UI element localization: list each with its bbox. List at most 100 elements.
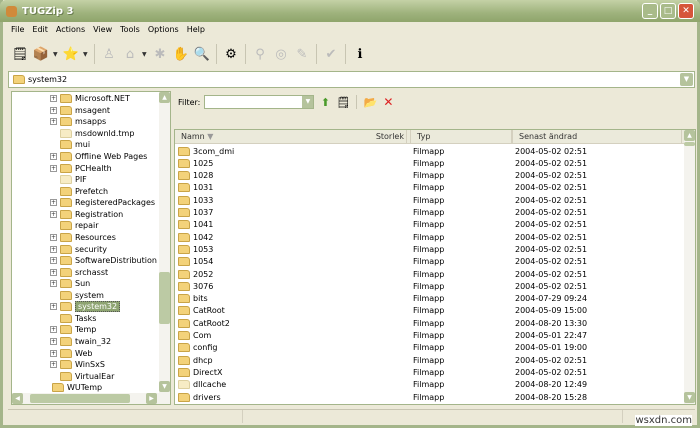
tree-item[interactable]: Prefetch <box>50 185 108 197</box>
tree-horizontal-scrollbar[interactable]: ◀ ▶ <box>12 393 170 404</box>
expand-icon[interactable]: + <box>50 349 57 357</box>
tree-item[interactable]: + Microsoft.NET <box>50 93 130 105</box>
table-row[interactable]: 1042 Filmapp 2004-05-02 02:51 <box>178 231 683 243</box>
tree-item[interactable]: + Sun <box>50 278 90 290</box>
new-folder-icon[interactable]: 📂 <box>363 95 378 109</box>
tree-item[interactable]: + WinSxS <box>50 359 105 371</box>
repair-button[interactable]: ◎ <box>272 45 290 63</box>
expand-icon[interactable]: + <box>50 95 57 103</box>
filter-combo[interactable]: ▼ <box>204 95 315 109</box>
menu-file[interactable]: File <box>11 25 24 34</box>
table-row[interactable]: dllcache Filmapp 2004-08-20 12:49 <box>178 379 683 391</box>
test-button[interactable]: ✔ <box>322 45 340 63</box>
table-row[interactable]: Com Filmapp 2004-05-01 22:47 <box>178 330 683 342</box>
table-row[interactable]: drivers Filmapp 2004-08-20 15:28 <box>178 391 683 403</box>
tree-item[interactable]: system <box>50 290 104 302</box>
scroll-thumb[interactable] <box>684 142 695 146</box>
open-archive-dropdown-icon[interactable]: ▼ <box>53 51 59 58</box>
tree-item[interactable]: + SoftwareDistribution <box>50 255 157 267</box>
comment-button[interactable]: ✎ <box>293 45 311 63</box>
tree-item[interactable]: + Resources <box>50 232 116 244</box>
apply-filter-icon[interactable]: ⬆ <box>318 95 332 109</box>
table-row[interactable]: 1031 Filmapp 2004-05-02 02:51 <box>178 182 683 194</box>
scroll-down-button[interactable]: ▼ <box>159 381 170 392</box>
encrypt-button[interactable]: ⚲ <box>251 45 269 63</box>
menu-help[interactable]: Help <box>187 25 205 34</box>
tree-item[interactable]: VirtualEar <box>50 370 114 382</box>
tree-item[interactable]: + system32 <box>50 301 121 313</box>
table-row[interactable]: 1037 Filmapp 2004-05-02 02:51 <box>178 207 683 219</box>
expand-icon[interactable]: + <box>50 199 57 207</box>
table-row[interactable]: DirectX Filmapp 2004-05-02 02:51 <box>178 366 683 378</box>
open-archive-button[interactable]: 📦 <box>32 45 50 63</box>
menu-view[interactable]: View <box>93 25 112 34</box>
filter-dropdown-button[interactable]: ▼ <box>302 96 314 108</box>
expand-icon[interactable]: + <box>50 210 57 218</box>
tree-item[interactable]: PIF <box>50 174 87 186</box>
table-row[interactable]: 1041 Filmapp 2004-05-02 02:51 <box>178 219 683 231</box>
menu-actions[interactable]: Actions <box>56 25 85 34</box>
expand-icon[interactable]: + <box>50 153 57 161</box>
tree-item[interactable]: repair <box>50 220 99 232</box>
search-button[interactable]: 🔍 <box>193 45 211 63</box>
table-row[interactable]: bits Filmapp 2004-07-29 09:24 <box>178 293 683 305</box>
delete-icon[interactable]: ✕ <box>381 95 395 109</box>
menu-tools[interactable]: Tools <box>120 25 140 34</box>
expand-icon[interactable]: + <box>50 245 57 253</box>
table-row[interactable]: 1054 Filmapp 2004-05-02 02:51 <box>178 256 683 268</box>
title-bar[interactable]: TUGZip 3 _ □ ✕ <box>0 0 700 22</box>
add-dropdown-icon[interactable]: ▼ <box>142 51 148 58</box>
minimize-button[interactable]: _ <box>642 3 658 19</box>
expand-icon[interactable]: + <box>50 361 57 369</box>
scroll-up-button[interactable]: ▲ <box>684 130 695 141</box>
column-header-modified[interactable]: Senast ändrad <box>512 130 682 144</box>
expand-icon[interactable]: + <box>50 338 57 345</box>
scroll-thumb[interactable] <box>159 272 170 324</box>
add-button[interactable]: ⌂ <box>121 45 139 63</box>
menu-edit[interactable]: Edit <box>32 25 48 34</box>
table-row[interactable]: 1033 Filmapp 2004-05-02 02:51 <box>178 194 683 206</box>
tree-item[interactable]: + Temp <box>50 324 96 336</box>
expand-icon[interactable]: + <box>50 233 57 241</box>
expand-icon[interactable]: + <box>50 303 57 311</box>
address-combo[interactable]: system32 ▼ <box>8 71 695 88</box>
tree-item[interactable]: + Registration <box>50 209 123 221</box>
extract-button[interactable]: ♙ <box>100 45 118 63</box>
hscroll-thumb[interactable] <box>30 394 130 403</box>
scroll-up-button[interactable]: ▲ <box>159 92 170 103</box>
tree-item[interactable]: WUTemp <box>42 382 102 394</box>
favorites-button[interactable]: ⭐ <box>62 45 80 63</box>
expand-icon[interactable]: + <box>50 257 57 265</box>
table-row[interactable]: 2052 Filmapp 2004-05-02 02:51 <box>178 268 683 280</box>
filter-list-icon[interactable]: 🗒 <box>336 95 350 109</box>
favorites-dropdown-icon[interactable]: ▼ <box>83 51 89 58</box>
menu-options[interactable]: Options <box>148 25 179 34</box>
column-header-size[interactable]: Storlek <box>305 130 410 144</box>
expand-icon[interactable]: + <box>50 326 57 334</box>
table-row[interactable]: config Filmapp 2004-05-01 19:00 <box>178 342 683 354</box>
table-row[interactable]: CatRoot Filmapp 2004-05-09 15:00 <box>178 305 683 317</box>
expand-icon[interactable]: + <box>50 268 57 276</box>
expand-icon[interactable]: + <box>50 106 57 114</box>
tree-item[interactable]: + Offline Web Pages <box>50 151 147 163</box>
tree-item[interactable]: + PCHealth <box>50 162 112 174</box>
table-row[interactable]: dhcp Filmapp 2004-05-02 02:51 <box>178 354 683 366</box>
close-button[interactable]: ✕ <box>678 3 694 19</box>
list-vertical-scrollbar[interactable]: ▲ ▼ <box>684 130 695 404</box>
table-row[interactable]: 1053 Filmapp 2004-05-02 02:51 <box>178 243 683 255</box>
tree-item[interactable]: + srchasst <box>50 266 108 278</box>
table-row[interactable]: 3076 Filmapp 2004-05-02 02:51 <box>178 280 683 292</box>
tree-vertical-scrollbar[interactable]: ▲ ▼ <box>159 92 170 404</box>
maximize-button[interactable]: □ <box>660 3 676 19</box>
tree-item[interactable]: + Web <box>50 347 92 359</box>
tree-item[interactable]: + msapps <box>50 116 106 128</box>
table-row[interactable]: 1028 Filmapp 2004-05-02 02:51 <box>178 170 683 182</box>
tree-item[interactable]: + security <box>50 243 107 255</box>
view-button[interactable]: ✋ <box>172 45 190 63</box>
tree-item[interactable]: Tasks <box>50 313 96 325</box>
scroll-down-button[interactable]: ▼ <box>684 392 695 403</box>
table-row[interactable]: 1025 Filmapp 2004-05-02 02:51 <box>178 157 683 169</box>
column-header-type[interactable]: Typ <box>410 130 512 144</box>
scroll-left-button[interactable]: ◀ <box>12 393 23 404</box>
delete-button[interactable]: ✱ <box>151 45 169 63</box>
